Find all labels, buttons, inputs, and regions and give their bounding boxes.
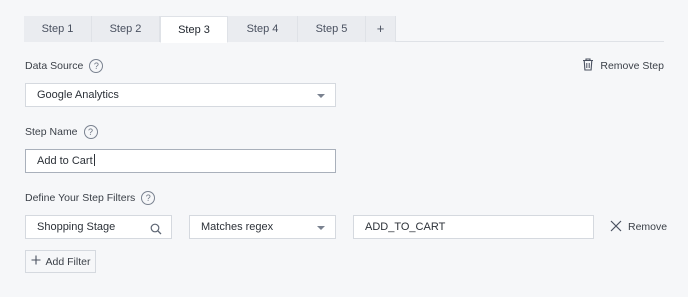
step-tabs: Step 1 Step 2 Step 3 Step 4 Step 5 +	[24, 16, 664, 43]
data-source-value: Google Analytics	[37, 89, 119, 101]
step-name-value: Add to Cart	[37, 155, 93, 167]
caret-down-icon	[317, 226, 325, 230]
filter-match-value: ADD_TO_CART	[365, 221, 446, 233]
remove-step-label: Remove Step	[600, 60, 664, 72]
funnel-step-editor: Step 1 Step 2 Step 3 Step 4 Step 5 + Rem…	[0, 0, 688, 297]
filter-operator-select[interactable]: Matches regex	[189, 215, 336, 239]
filter-field-value: Shopping Stage	[37, 221, 116, 233]
data-source-label: Data Source	[25, 60, 84, 72]
filters-label-row: Define Your Step Filters ?	[25, 189, 156, 207]
tab-step-1[interactable]: Step 1	[24, 16, 92, 42]
add-filter-label: Add Filter	[45, 255, 91, 268]
add-filter-button[interactable]: Add Filter	[25, 250, 96, 273]
step-name-label-row: Step Name ?	[25, 123, 98, 141]
filter-field-input[interactable]: Shopping Stage	[25, 215, 172, 239]
close-icon	[610, 220, 622, 235]
trash-icon	[582, 58, 594, 74]
filters-label: Define Your Step Filters	[25, 192, 136, 204]
caret-down-icon	[317, 94, 325, 98]
tab-step-3[interactable]: Step 3	[160, 16, 228, 43]
tab-step-4[interactable]: Step 4	[228, 16, 298, 42]
plus-icon	[31, 255, 41, 268]
data-source-help-icon[interactable]: ?	[89, 59, 104, 73]
filter-value-input[interactable]: ADD_TO_CART	[353, 215, 594, 239]
data-source-label-row: Data Source ?	[25, 57, 104, 75]
remove-filter-button[interactable]: Remove	[610, 218, 667, 236]
tab-step-2[interactable]: Step 2	[92, 16, 160, 42]
step-name-help-icon[interactable]: ?	[83, 125, 98, 139]
remove-step-button[interactable]: Remove Step	[582, 58, 664, 74]
tab-step-5[interactable]: Step 5	[298, 16, 366, 42]
add-step-tab[interactable]: +	[366, 16, 396, 42]
step-name-input[interactable]: Add to Cart	[25, 149, 336, 173]
remove-filter-label: Remove	[628, 221, 668, 233]
text-cursor	[93, 154, 95, 166]
search-icon[interactable]	[150, 221, 162, 243]
data-source-select[interactable]: Google Analytics	[25, 83, 336, 107]
step-name-label: Step Name	[25, 126, 78, 138]
filters-help-icon[interactable]: ?	[141, 191, 156, 205]
filter-operator-value: Matches regex	[201, 221, 274, 233]
